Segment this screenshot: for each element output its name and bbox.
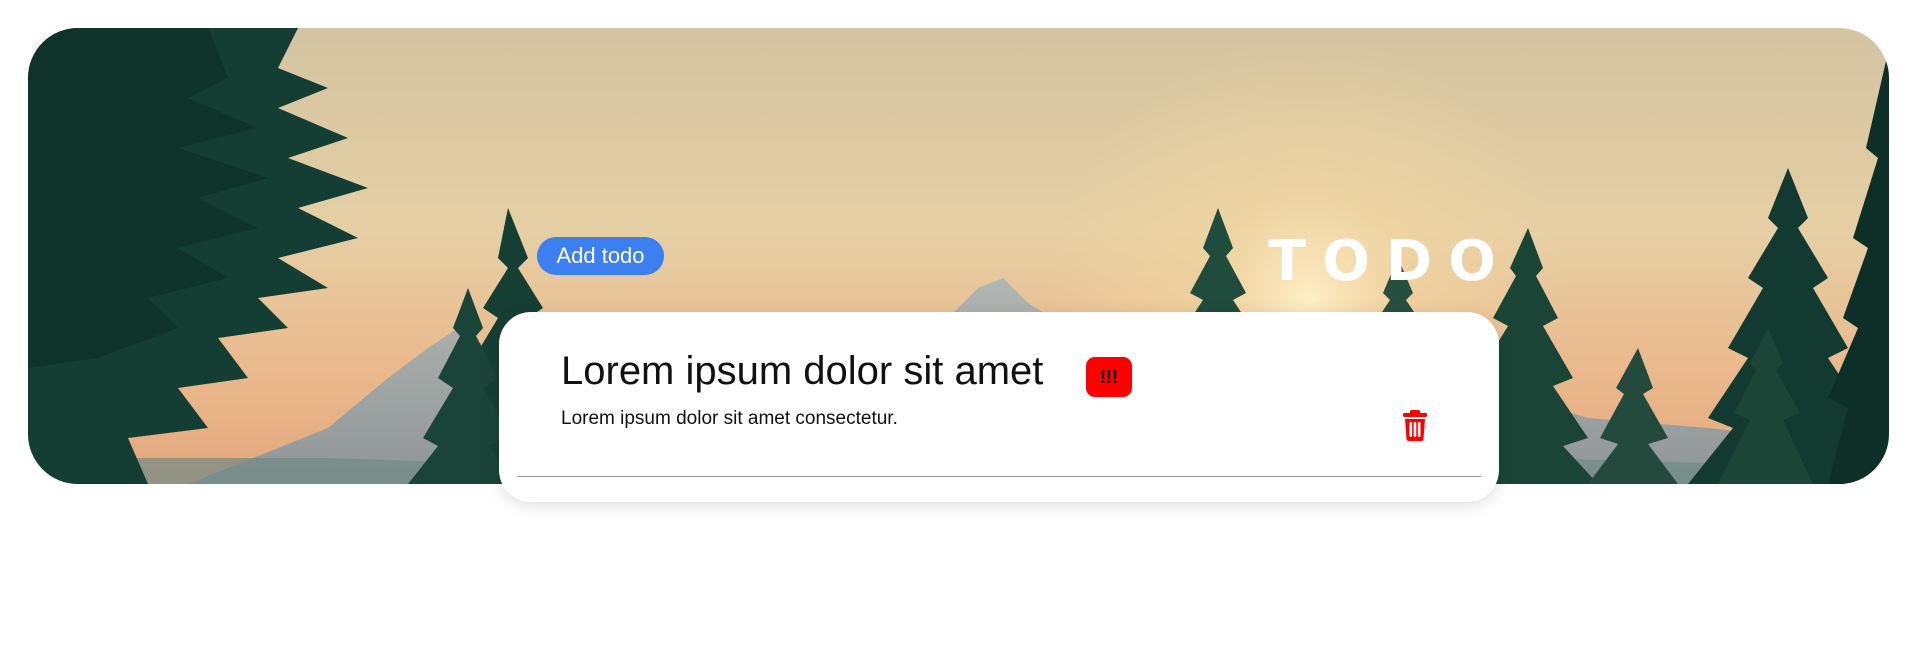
app-title: TODO bbox=[1268, 229, 1512, 294]
todo-divider bbox=[517, 476, 1481, 477]
add-todo-button[interactable]: Add todo bbox=[537, 237, 664, 275]
todo-app: Add todo TODO Lorem ipsum dolor sit amet… bbox=[0, 0, 1917, 661]
priority-badge: !!! bbox=[1086, 357, 1132, 397]
delete-todo-button[interactable] bbox=[1399, 408, 1431, 442]
todo-title: Lorem ipsum dolor sit amet bbox=[561, 349, 1044, 393]
todo-description: Lorem ipsum dolor sit amet consectetur. bbox=[561, 408, 898, 429]
trash-icon bbox=[1399, 410, 1431, 445]
todo-list: Lorem ipsum dolor sit amet !!! Lorem ips… bbox=[499, 312, 1499, 502]
